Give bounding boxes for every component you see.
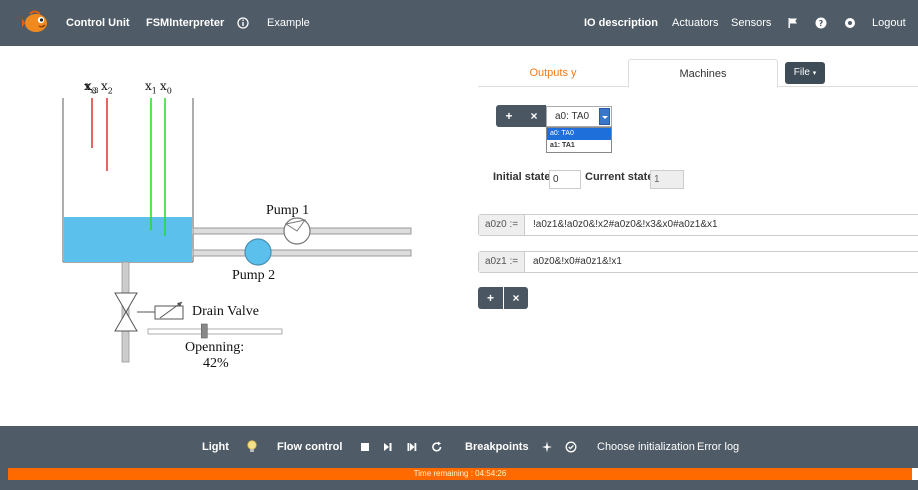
help-icon[interactable]: ?	[815, 17, 827, 29]
dropdown-option-a1[interactable]: a1: TA1	[547, 140, 611, 152]
tab-machines[interactable]: Machines	[628, 59, 778, 88]
stop-icon[interactable]	[359, 440, 371, 454]
refresh-icon[interactable]	[431, 440, 443, 454]
flow-control-label: Flow control	[277, 441, 343, 453]
valve-opening-slider-thumb	[201, 323, 208, 339]
tab-outputs[interactable]: Outputs y	[478, 59, 628, 87]
add-machine-button[interactable]: +	[496, 105, 522, 127]
equation-value[interactable]: a0z0&!x0#a0z1&!x1	[533, 252, 622, 272]
pump2-circle	[244, 238, 272, 266]
equation-row-a0z1[interactable]: a0z1 := a0z0&!x0#a0z1&!x1	[478, 251, 918, 273]
equation-row-a0z0[interactable]: a0z0 := !a0z1&!a0z0&!x2#a0z0&!x3&x0#a0z1…	[478, 214, 918, 236]
error-log[interactable]: Error log	[697, 426, 739, 468]
remove-equation-button[interactable]: ×	[504, 287, 528, 309]
svg-text:?: ?	[819, 19, 824, 28]
light-label: Light	[202, 441, 229, 453]
file-menu-button[interactable]: File ▾	[785, 62, 825, 84]
equation-label: a0z1 :=	[479, 252, 525, 272]
bottom-toolbar: Light Flow control Breakpoints Choose in…	[0, 426, 918, 468]
sensor-label-x2: x2	[101, 79, 113, 96]
chevron-down-icon[interactable]	[599, 108, 610, 125]
info-circle-icon[interactable]	[237, 17, 249, 29]
crosshair-icon[interactable]	[541, 440, 553, 454]
lightbulb-icon[interactable]	[246, 440, 258, 454]
panel-tabs: Outputs y Machines	[478, 59, 918, 88]
equation-value[interactable]: !a0z1&!a0z0&!x2#a0z0&!x3&x0#a0z1&x1	[533, 215, 718, 235]
remove-machine-button[interactable]: ×	[522, 105, 546, 127]
progress-right-cap	[912, 468, 918, 480]
nav-logout[interactable]: Logout	[872, 0, 906, 46]
bottom-band	[0, 480, 918, 490]
current-state-input: 1	[650, 170, 684, 189]
fish-logo-icon[interactable]	[22, 9, 50, 35]
equation-label: a0z0 :=	[479, 215, 525, 235]
nav-sensors[interactable]: Sensors	[731, 0, 771, 46]
nav-fsm-interpreter[interactable]: FSMInterpreter	[146, 0, 224, 46]
choose-initialization[interactable]: Choose initialization	[597, 426, 695, 468]
check-circle-icon[interactable]	[565, 440, 577, 454]
machine-select-value: a0: TA0	[555, 111, 590, 122]
pump2-label: Pump 2	[232, 268, 276, 283]
drain-valve-label: Drain Valve	[192, 304, 259, 319]
sensor-label-x3: x3	[85, 79, 97, 96]
sensor-label-x0: x0	[160, 79, 172, 96]
tank-diagram: xx3	[62, 80, 412, 363]
opening-label: Openning:	[185, 340, 245, 355]
valve-opening-slider	[147, 328, 283, 335]
opening-value: 42%	[203, 356, 229, 371]
progress-left-cap	[0, 468, 8, 480]
nav-control-unit[interactable]: Control Unit	[66, 0, 130, 46]
breakpoints-label: Breakpoints	[465, 441, 529, 453]
machine-select[interactable]: a0: TA0	[546, 106, 612, 127]
nav-example[interactable]: Example	[267, 0, 310, 46]
file-menu-label: File	[793, 67, 810, 78]
step-forward-icon[interactable]	[382, 440, 394, 454]
top-navbar: Control Unit FSMInterpreter Example IO d…	[0, 0, 918, 46]
flag-icon[interactable]	[787, 17, 799, 29]
caret-down-icon: ▾	[812, 70, 817, 77]
add-equation-button[interactable]: +	[478, 287, 503, 309]
water-level	[64, 217, 192, 262]
time-remaining-text: Time remaining : 04:54:26	[413, 469, 507, 478]
initial-state-input[interactable]: 0	[549, 170, 581, 189]
skip-forward-icon[interactable]	[406, 440, 418, 454]
settings-icon[interactable]	[844, 17, 856, 29]
nav-actuators[interactable]: Actuators	[672, 0, 718, 46]
pump2-pipe	[192, 249, 412, 257]
nav-io-description[interactable]: IO description	[584, 0, 658, 46]
current-state-label: Current state	[585, 171, 654, 183]
dropdown-option-a0[interactable]: a0: TA0	[547, 128, 611, 140]
pump1-label: Pump 1	[266, 203, 310, 218]
sensor-label-x1: x1	[145, 79, 157, 96]
valve-actuator	[154, 305, 184, 320]
plant-simulation: xx3 x3 x2 x1 x0 Pump 1 Pump 2 Drain Valv…	[0, 46, 460, 426]
initial-state-label: Initial state	[493, 171, 551, 183]
time-remaining-bar: Time remaining : 04:54:26	[8, 468, 912, 480]
machine-dropdown: a0: TA0 a1: TA1	[546, 127, 612, 153]
